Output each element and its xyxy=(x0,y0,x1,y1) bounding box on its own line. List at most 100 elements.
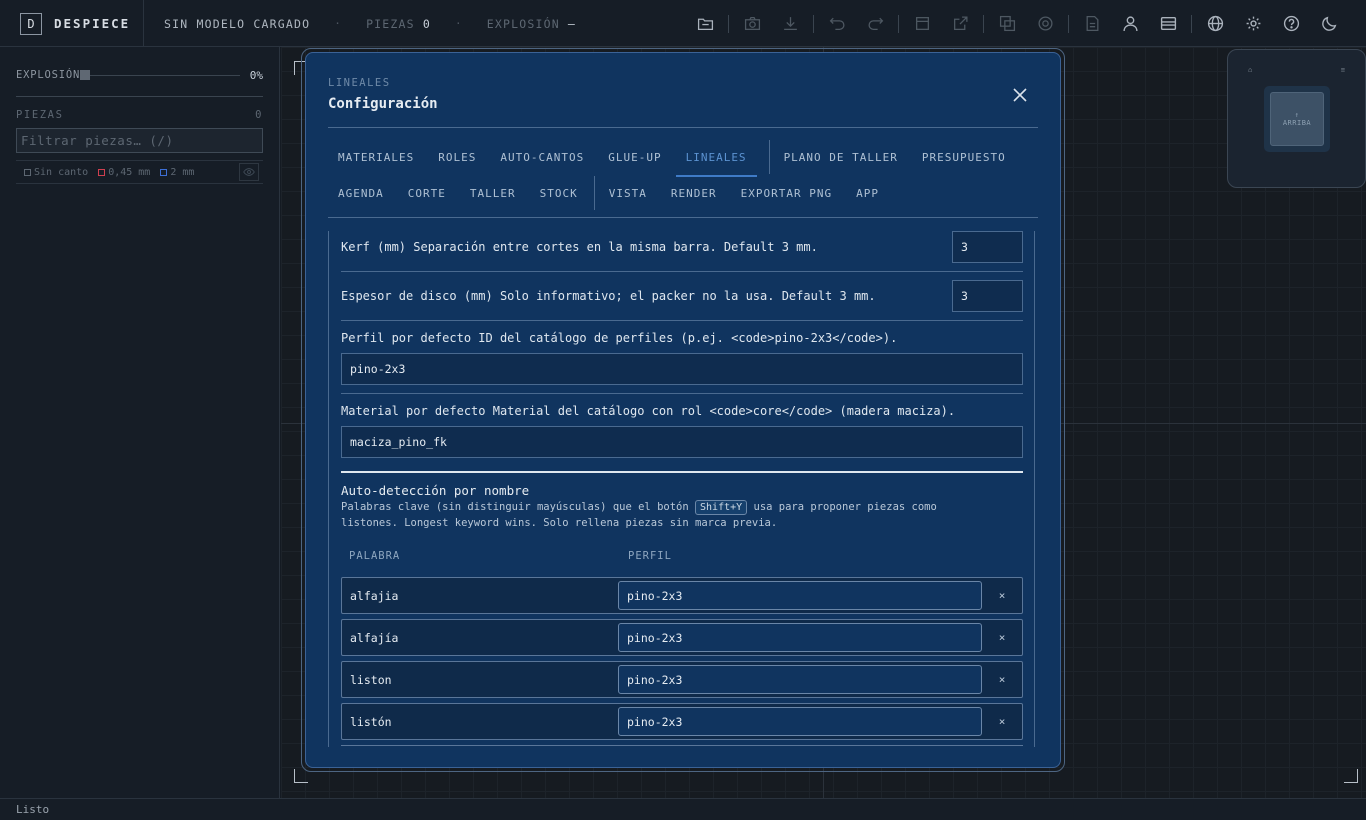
keyword-profile-input[interactable] xyxy=(618,581,982,610)
arrow-up-icon: ↑ xyxy=(1294,111,1300,119)
help-icon[interactable] xyxy=(1272,0,1310,47)
keyword-row: alfajia × xyxy=(341,577,1023,614)
section-divider xyxy=(341,471,1023,473)
content-border xyxy=(328,231,329,747)
export-icon[interactable] xyxy=(941,0,979,47)
tab-roles[interactable]: ROLES xyxy=(428,139,486,175)
settings-modal: LINEALES Configuración MATERIALES ROLES … xyxy=(305,52,1061,768)
layers-icon[interactable] xyxy=(988,0,1026,47)
disco-input[interactable] xyxy=(952,280,1023,312)
nav-cube-widget[interactable]: ⌂ ≡ ↑ ARRIBA xyxy=(1227,49,1366,188)
moon-icon[interactable] xyxy=(1310,0,1348,47)
piezas-label: PIEZAS xyxy=(16,109,64,121)
nav-cube-face-label: ARRIBA xyxy=(1282,119,1312,127)
delete-row-button[interactable]: × xyxy=(992,671,1012,689)
model-status-row: SIN MODELO CARGADO · PIEZAS 0 · EXPLOSIÓ… xyxy=(164,0,576,47)
menu-icon[interactable]: ≡ xyxy=(1341,66,1345,74)
filter-piezas-input[interactable] xyxy=(16,128,263,153)
toolbar-divider xyxy=(898,14,899,33)
legend-item-sin-canto: Sin canto xyxy=(24,167,88,178)
explosion-status-value: — xyxy=(567,16,577,31)
toolbar-divider xyxy=(728,14,729,33)
delete-row-button[interactable]: × xyxy=(992,713,1012,731)
document-icon[interactable] xyxy=(1073,0,1111,47)
modal-divider xyxy=(328,217,1038,218)
tab-agenda[interactable]: AGENDA xyxy=(328,175,394,211)
cards-icon[interactable] xyxy=(1149,0,1187,47)
material-input[interactable] xyxy=(341,426,1023,458)
toolbar-divider xyxy=(813,14,814,33)
model-status: SIN MODELO CARGADO xyxy=(164,16,311,31)
keyword-row: liston × xyxy=(341,661,1023,698)
eye-toggle-button[interactable] xyxy=(239,163,259,181)
tab-vista[interactable]: VISTA xyxy=(599,175,657,211)
tab-taller[interactable]: TALLER xyxy=(460,175,526,211)
column-header-perfil: PERFIL xyxy=(628,550,672,562)
redo-icon[interactable] xyxy=(856,0,894,47)
undo-icon[interactable] xyxy=(818,0,856,47)
folder-open-icon[interactable] xyxy=(686,0,724,47)
settings-cog-icon[interactable] xyxy=(1026,0,1064,47)
autodetect-desc-text: Palabras clave (sin distinguir mayúscula… xyxy=(341,501,696,513)
tab-auto-cantos[interactable]: AUTO-CANTOS xyxy=(490,139,594,175)
sidebar: EXPLOSIÓN 0% PIEZAS 0 Sin canto 0,45 mm … xyxy=(0,47,280,798)
piezas-header: PIEZAS 0 xyxy=(16,109,263,121)
explosion-slider[interactable] xyxy=(80,69,240,80)
nav-cube-face-top[interactable]: ↑ ARRIBA xyxy=(1270,92,1324,146)
app-name: DESPIECE xyxy=(54,16,131,31)
tab-corte[interactable]: CORTE xyxy=(398,175,456,211)
kerf-row: Kerf (mm) Separación entre cortes en la … xyxy=(341,231,1023,272)
legend-item-045: 0,45 mm xyxy=(98,167,150,178)
piezas-status-value: 0 xyxy=(422,16,431,31)
scrollbar-track[interactable] xyxy=(1034,231,1035,747)
settings-content: Kerf (mm) Separación entre cortes en la … xyxy=(328,231,1038,747)
legend-label: Sin canto xyxy=(34,166,89,178)
modal-title: Configuración xyxy=(328,96,438,112)
kerf-input[interactable] xyxy=(952,231,1023,263)
legend-label: 2 mm xyxy=(170,166,195,178)
tab-stock[interactable]: STOCK xyxy=(530,175,588,211)
perfil-input[interactable] xyxy=(341,353,1023,385)
tab-lineales[interactable]: LINEALES xyxy=(675,139,757,177)
eye-icon xyxy=(243,168,255,176)
tab-group-divider xyxy=(768,140,770,174)
delete-row-button[interactable]: × xyxy=(992,629,1012,647)
nav-cube-frame: ↑ ARRIBA xyxy=(1264,86,1330,152)
explosion-control: EXPLOSIÓN 0% xyxy=(16,67,263,83)
tab-render[interactable]: RENDER xyxy=(661,175,727,211)
tab-glue-up[interactable]: GLUE-UP xyxy=(598,139,671,175)
brand: D DESPIECE xyxy=(0,0,144,47)
keyword-profile-input[interactable] xyxy=(618,623,982,652)
autodetect-title: Auto-detección por nombre xyxy=(341,483,530,498)
camera-icon[interactable] xyxy=(733,0,771,47)
close-button[interactable] xyxy=(1008,83,1032,107)
keyword-row-partial xyxy=(341,745,1023,747)
app-logo: D xyxy=(20,12,42,35)
gear-icon[interactable] xyxy=(1234,0,1272,47)
keyword-profile-input[interactable] xyxy=(618,707,982,736)
explosion-status-label: EXPLOSIÓN xyxy=(486,16,560,31)
edge-legend: Sin canto 0,45 mm 2 mm xyxy=(16,160,263,184)
close-icon xyxy=(1013,88,1027,102)
download-icon[interactable] xyxy=(771,0,809,47)
sheet-icon[interactable] xyxy=(903,0,941,47)
tab-materiales[interactable]: MATERIALES xyxy=(328,139,424,175)
perfil-label: Perfil por defecto ID del catálogo de pe… xyxy=(341,331,898,345)
shortcut-key: Shift+Y xyxy=(695,500,748,515)
tab-presupuesto[interactable]: PRESUPUESTO xyxy=(912,139,1016,175)
explosion-slider-handle[interactable] xyxy=(80,69,91,80)
tab-exportar-png[interactable]: EXPORTAR PNG xyxy=(731,175,842,211)
user-icon[interactable] xyxy=(1111,0,1149,47)
globe-icon[interactable] xyxy=(1196,0,1234,47)
tab-app[interactable]: APP xyxy=(846,175,889,211)
explosion-value: 0% xyxy=(249,68,263,82)
home-icon[interactable]: ⌂ xyxy=(1248,66,1252,74)
toolbar-divider xyxy=(1068,14,1069,33)
kerf-label: Kerf (mm) Separación entre cortes en la … xyxy=(341,240,818,254)
tab-plano-de-taller[interactable]: PLANO DE TALLER xyxy=(774,139,908,175)
status-bar: Listo xyxy=(0,798,1366,820)
keyword-profile-input[interactable] xyxy=(618,665,982,694)
delete-row-button[interactable]: × xyxy=(992,587,1012,605)
disco-label: Espesor de disco (mm) Solo informativo; … xyxy=(341,289,876,303)
material-label: Material por defecto Material del catálo… xyxy=(341,404,956,418)
